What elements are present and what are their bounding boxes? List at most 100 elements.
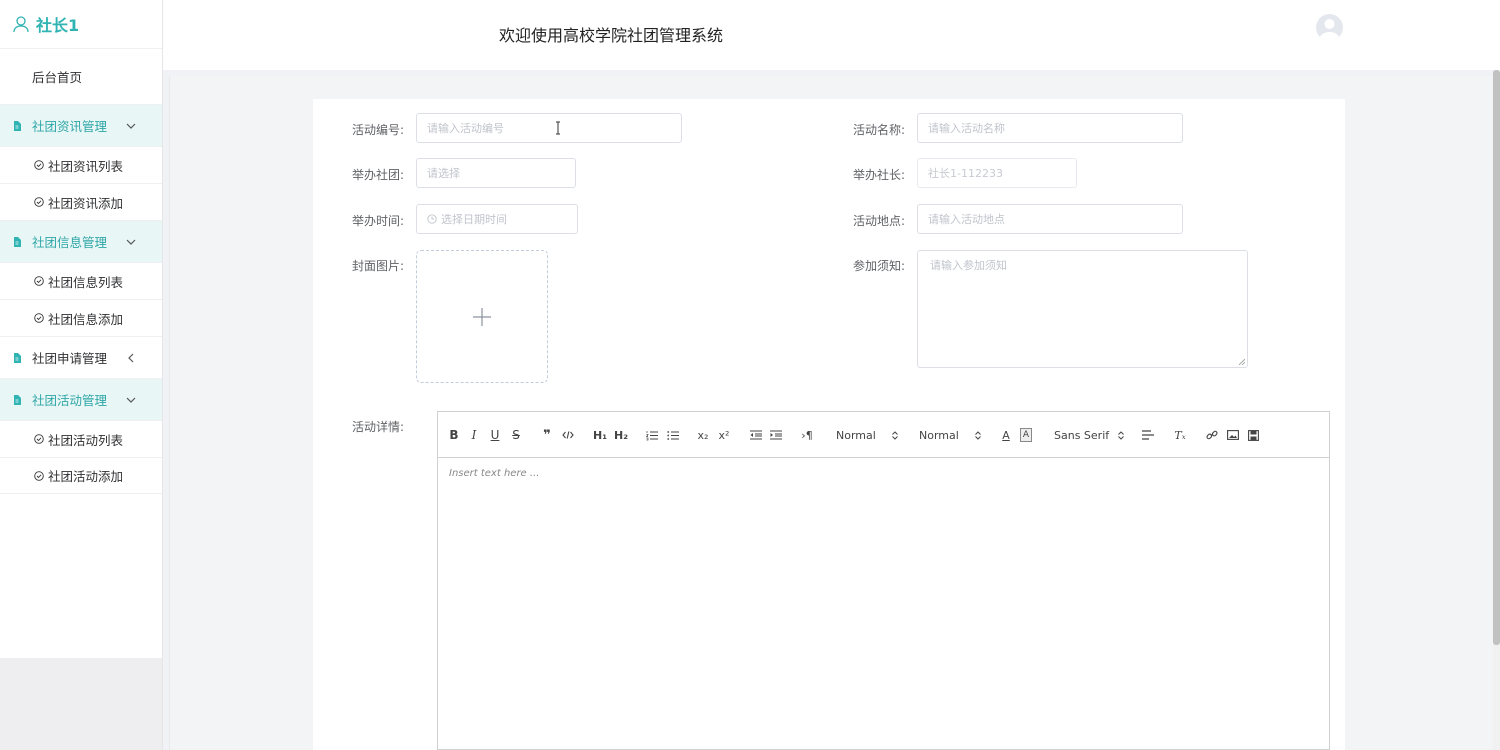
- avatar-icon: [1319, 19, 1340, 41]
- datetime-picker[interactable]: 选择日期时间: [416, 204, 578, 234]
- superscript-icon[interactable]: x²: [717, 428, 731, 442]
- sidebar-menu: 社长1 后台首页 社团资讯管理 社团资讯列表 社团资讯添加 社团信息管理 社团信…: [0, 0, 162, 658]
- strike-icon[interactable]: S: [510, 428, 522, 442]
- subscript-icon[interactable]: x₂: [696, 428, 710, 442]
- details-label: 活动详情:: [352, 420, 405, 434]
- brand-name: 社长1: [36, 16, 80, 35]
- sidebar-item-home[interactable]: 后台首页: [0, 49, 162, 104]
- location-placeholder: 请输入活动地点: [928, 213, 1005, 226]
- size-select-value: Normal: [919, 428, 959, 442]
- text-cursor-icon: [556, 121, 560, 135]
- brand: 社长1: [0, 0, 162, 49]
- notice-placeholder: 请输入参加须知: [930, 259, 1007, 272]
- president-label: 举办社长:: [853, 168, 906, 182]
- circle-check-icon: [34, 276, 44, 286]
- activity-no-label: 活动编号:: [352, 123, 405, 137]
- clock-icon: [427, 214, 437, 224]
- document-icon: [14, 352, 21, 363]
- location-input[interactable]: 请输入活动地点: [917, 204, 1183, 234]
- font-select[interactable]: Sans Serif: [1054, 427, 1124, 443]
- link-icon[interactable]: [1205, 428, 1219, 442]
- updown-icon: [892, 430, 898, 440]
- header-select[interactable]: Normal: [836, 427, 898, 443]
- h1-icon[interactable]: H₁: [592, 428, 608, 442]
- h2-icon[interactable]: H₂: [613, 428, 629, 442]
- editor-content[interactable]: Insert text here ...: [438, 458, 1329, 489]
- circle-check-icon: [34, 434, 44, 444]
- sidebar-group-label: 社团活动管理: [32, 393, 108, 408]
- scrollbar[interactable]: [1493, 70, 1500, 750]
- bold-icon[interactable]: B: [448, 428, 460, 442]
- circle-check-icon: [34, 160, 44, 170]
- activity-name-input[interactable]: 请输入活动名称: [917, 113, 1183, 143]
- club-select[interactable]: 请选择: [416, 158, 576, 188]
- president-value: 社长1-112233: [928, 167, 1003, 180]
- sidebar-group-label: 社团资讯管理: [32, 119, 108, 134]
- notice-textarea[interactable]: 请输入参加须知: [917, 250, 1248, 368]
- sidebar-item-label: 社团活动添加: [48, 469, 124, 484]
- sidebar-item-label: 社团信息添加: [48, 311, 124, 327]
- cover-upload[interactable]: [416, 250, 548, 383]
- sidebar-item-label: 社团资讯添加: [48, 195, 124, 211]
- align-icon[interactable]: [1141, 428, 1155, 442]
- image-icon[interactable]: [1226, 428, 1240, 442]
- rich-text-editor: B I U S ❞ H₁ H₂ x₂ x² ›¶ Normal Normal A…: [437, 411, 1330, 750]
- time-label: 举办时间:: [352, 214, 405, 228]
- editor-placeholder: Insert text here ...: [449, 468, 540, 479]
- sidebar-item-info-add[interactable]: 社团信息添加: [0, 299, 162, 336]
- top-header: 欢迎使用高校学院社团管理系统: [163, 0, 1500, 70]
- sidebar-group-news[interactable]: 社团资讯管理: [0, 104, 162, 146]
- scrollbar-thumb[interactable]: [1493, 70, 1500, 645]
- sidebar-item-info-list[interactable]: 社团信息列表: [0, 262, 162, 299]
- sidebar-item-label: 社团活动列表: [48, 432, 124, 448]
- sidebar-item-activity-add[interactable]: 社团活动添加: [0, 457, 162, 494]
- italic-icon[interactable]: I: [469, 428, 479, 442]
- video-icon[interactable]: [1246, 428, 1260, 442]
- blockquote-icon[interactable]: ❞: [541, 428, 553, 443]
- activity-name-label: 活动名称:: [853, 123, 906, 137]
- sidebar: 社长1 后台首页 社团资讯管理 社团资讯列表 社团资讯添加 社团信息管理 社团信…: [0, 0, 163, 750]
- sidebar-group-label: 社团申请管理: [32, 351, 108, 366]
- plus-icon: [473, 307, 491, 326]
- indent-icon[interactable]: [769, 428, 783, 442]
- background-color-icon[interactable]: A: [1020, 428, 1032, 442]
- user-icon: [13, 16, 29, 33]
- page-title: 欢迎使用高校学院社团管理系统: [499, 26, 724, 45]
- time-placeholder: 选择日期时间: [441, 213, 507, 226]
- size-select[interactable]: Normal: [919, 427, 981, 443]
- document-icon: [14, 236, 21, 247]
- sidebar-item-news-list[interactable]: 社团资讯列表: [0, 146, 162, 183]
- activity-no-input[interactable]: 请输入活动编号: [416, 113, 682, 143]
- sidebar-item-news-add[interactable]: 社团资讯添加: [0, 183, 162, 220]
- sidebar-item-activity-list[interactable]: 社团活动列表: [0, 420, 162, 457]
- cover-label: 封面图片:: [352, 259, 405, 273]
- outdent-icon[interactable]: [749, 428, 763, 442]
- text-direction-icon[interactable]: ›¶: [800, 428, 814, 442]
- club-placeholder: 请选择: [427, 167, 460, 180]
- document-icon: [14, 120, 21, 131]
- header-select-value: Normal: [836, 428, 876, 442]
- activity-no-placeholder: 请输入活动编号: [427, 122, 504, 135]
- code-icon[interactable]: [561, 428, 575, 442]
- club-label: 举办社团:: [352, 168, 405, 182]
- updown-icon: [975, 430, 981, 440]
- underline-icon[interactable]: U: [489, 428, 501, 442]
- location-label: 活动地点:: [853, 214, 906, 228]
- circle-check-icon: [34, 313, 44, 323]
- chevron-down-icon: [126, 397, 136, 403]
- ordered-list-icon[interactable]: [645, 428, 659, 442]
- sidebar-group-apply[interactable]: 社团申请管理: [0, 336, 162, 378]
- sidebar-group-activity[interactable]: 社团活动管理: [0, 378, 162, 420]
- circle-check-icon: [34, 197, 44, 207]
- resize-handle-icon[interactable]: [1239, 359, 1245, 365]
- clear-format-icon[interactable]: Tₓ: [1173, 428, 1187, 442]
- bullet-list-icon[interactable]: [666, 428, 680, 442]
- avatar[interactable]: [1316, 14, 1343, 41]
- notice-label: 参加须知:: [853, 259, 906, 273]
- president-input: 社长1-112233: [917, 158, 1077, 188]
- sidebar-group-info[interactable]: 社团信息管理: [0, 220, 162, 262]
- editor-toolbar: B I U S ❞ H₁ H₂ x₂ x² ›¶ Normal Normal A…: [438, 412, 1329, 458]
- font-color-icon[interactable]: A: [1000, 428, 1012, 442]
- font-select-value: Sans Serif: [1054, 428, 1110, 442]
- circle-check-icon: [34, 470, 44, 481]
